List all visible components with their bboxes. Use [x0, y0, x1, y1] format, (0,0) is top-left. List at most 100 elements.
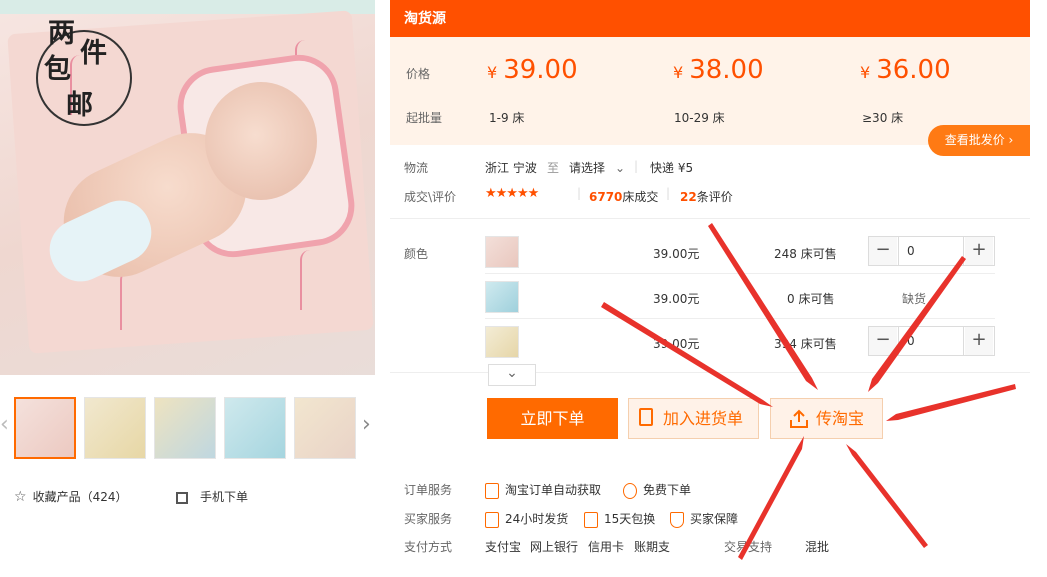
- currency-symbol: ¥: [487, 63, 498, 82]
- thumbnail[interactable]: [84, 397, 146, 459]
- logistics-label: 物流: [404, 161, 429, 175]
- sku-thumbnail[interactable]: [485, 236, 519, 268]
- annotation-arrow: [846, 444, 928, 548]
- express-fee: 快递 ¥5: [650, 161, 694, 175]
- view-batch-price-button[interactable]: 查看批发价 ›: [928, 125, 1030, 156]
- trade-support-value: 混批: [805, 540, 830, 554]
- service-item: 淘宝订单自动获取: [485, 481, 601, 499]
- payment-item: 信用卡: [588, 540, 625, 554]
- tier-price: ¥36.00: [860, 55, 951, 85]
- quantity-input[interactable]: 0: [898, 237, 964, 265]
- order-service-label: 订单服务: [404, 483, 453, 497]
- mobile-order-button[interactable]: 手机下单: [176, 488, 248, 505]
- calendar-15-icon: [584, 511, 598, 528]
- badge-char: 两: [48, 18, 75, 49]
- badge-char: 包: [44, 54, 71, 85]
- currency-symbol: ¥: [673, 63, 684, 82]
- coin-icon: [623, 482, 637, 499]
- sku-stock: 248 床可售: [774, 247, 837, 261]
- payment-item: 网上银行: [530, 540, 579, 554]
- flamingo-decoration: [300, 250, 310, 310]
- upload-label: 传淘宝: [816, 409, 865, 428]
- sku-price: 39.00元: [653, 247, 700, 261]
- currency-symbol: ¥: [860, 63, 871, 82]
- tier-price: ¥38.00: [673, 55, 764, 85]
- tier-price-value: 36.00: [876, 55, 951, 85]
- payment-item: 支付宝: [485, 540, 522, 554]
- deals-count: 6770: [589, 190, 623, 204]
- thumbnail[interactable]: [14, 397, 76, 459]
- flamingo-decoration: [120, 270, 130, 330]
- price-label: 价格: [406, 67, 431, 81]
- reviews-link[interactable]: 22条评价: [680, 188, 733, 205]
- tier-range: 10-29 床: [674, 111, 725, 125]
- upload-icon: [790, 409, 808, 428]
- qr-code-icon: [176, 491, 188, 504]
- service-text: 24小时发货: [505, 512, 569, 526]
- star-outline-icon: ☆: [14, 489, 27, 505]
- separator: |: [666, 186, 671, 200]
- thumbnail[interactable]: [224, 397, 286, 459]
- review-text: 条评价: [696, 190, 733, 204]
- sku-thumbnail[interactable]: [485, 281, 519, 313]
- prev-thumb-arrow[interactable]: ‹: [0, 412, 9, 437]
- mobile-order-label: 手机下单: [200, 490, 249, 504]
- color-label: 颜色: [404, 247, 429, 261]
- trade-support-label: 交易支持: [724, 540, 773, 554]
- moq-label: 起批量: [406, 111, 443, 125]
- plus-button[interactable]: +: [965, 237, 993, 265]
- chevron-down-icon: ⌄: [506, 365, 518, 381]
- review-count: 22: [680, 190, 697, 204]
- expand-sku-button[interactable]: ⌄: [488, 364, 536, 386]
- upload-to-taobao-button[interactable]: 传淘宝: [770, 398, 883, 439]
- document-icon: [485, 482, 499, 499]
- deals-link[interactable]: 6770床成交: [589, 188, 658, 205]
- section-divider: [390, 218, 1030, 219]
- add-to-cart-button[interactable]: 加入进货单: [628, 398, 759, 439]
- minus-button[interactable]: −: [869, 237, 897, 265]
- quantity-input[interactable]: 0: [898, 327, 964, 355]
- payment-item: 账期支: [634, 540, 671, 554]
- buy-now-button[interactable]: 立即下单: [487, 398, 618, 439]
- badge-char: 件: [80, 38, 107, 69]
- minus-button[interactable]: −: [869, 327, 897, 355]
- separator: |: [634, 159, 639, 173]
- header-title: 淘货源: [404, 11, 446, 27]
- service-item: 15天包换: [584, 510, 655, 528]
- sku-price: 39.00元: [653, 292, 700, 306]
- add-to-cart-label: 加入进货单: [663, 409, 744, 428]
- plus-button[interactable]: +: [965, 327, 993, 355]
- section-divider: [390, 372, 1030, 373]
- tier-price: ¥39.00: [487, 55, 578, 85]
- destination-select[interactable]: 请选择 ⌄: [569, 159, 625, 176]
- sku-stock: 394 床可售: [774, 337, 837, 351]
- separator: |: [577, 186, 582, 200]
- source-header: 淘货源: [390, 0, 1030, 37]
- favorite-button[interactable]: ☆ 收藏产品（424）: [14, 488, 127, 505]
- service-item: 24小时发货: [485, 510, 568, 528]
- quantity-stepper: − 0 +: [868, 236, 995, 266]
- sku-stock: 0 床可售: [787, 292, 835, 306]
- destination-select-label: 请选择: [569, 161, 606, 175]
- rating-stars-icon: ★★★★★: [485, 186, 539, 201]
- quantity-stepper: − 0 +: [868, 326, 995, 356]
- clipboard-icon: [639, 408, 653, 426]
- next-thumb-arrow[interactable]: ›: [362, 412, 371, 437]
- service-text: 买家保障: [690, 512, 739, 526]
- logistics-to: 至: [547, 161, 560, 175]
- product-main-image[interactable]: 两 件 包 邮: [0, 0, 375, 375]
- row-divider: [485, 273, 995, 274]
- badge-char: 邮: [66, 90, 93, 121]
- thumbnail[interactable]: [294, 397, 356, 459]
- service-text: 15天包换: [604, 512, 656, 526]
- thumbnail[interactable]: [154, 397, 216, 459]
- service-text: 免费下单: [643, 483, 692, 497]
- sku-thumbnail[interactable]: [485, 326, 519, 358]
- tier-range: 1-9 床: [489, 111, 525, 125]
- baby-head: [205, 82, 317, 200]
- shield-icon: [670, 511, 684, 528]
- logistics-origin: 浙江 宁波: [485, 161, 537, 175]
- service-text: 淘宝订单自动获取: [505, 483, 602, 497]
- reviews-label: 成交\评价: [404, 190, 457, 204]
- row-divider: [485, 318, 995, 319]
